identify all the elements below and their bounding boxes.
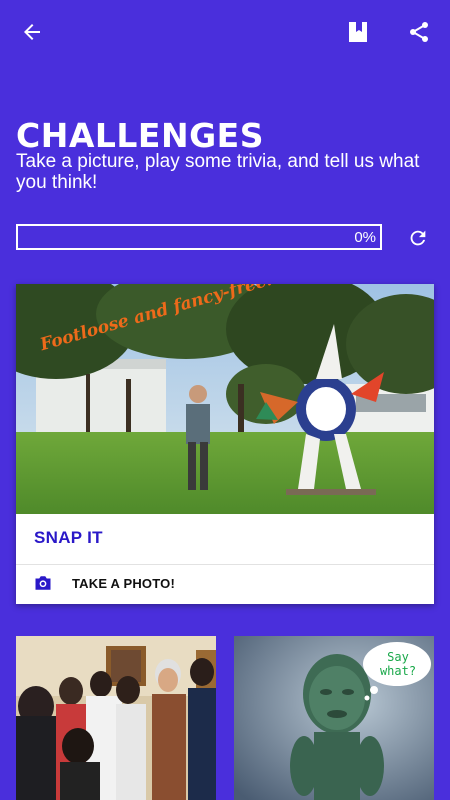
page-subtitle: Take a picture, play some trivia, and te…: [16, 151, 420, 193]
top-bar: [0, 0, 450, 64]
back-button[interactable]: [14, 14, 50, 50]
take-photo-button[interactable]: TAKE A PHOTO!: [34, 572, 414, 594]
challenge-tile-jade-statue[interactable]: Say what?: [234, 636, 434, 800]
card-divider: [16, 564, 434, 565]
progress-percent: 0%: [354, 229, 376, 246]
challenge-tile-group-tour[interactable]: [16, 636, 216, 800]
arrow-left-icon: [24, 24, 40, 40]
refresh-icon: [410, 230, 426, 246]
share-button[interactable]: [401, 14, 437, 50]
challenge-card-snap-it[interactable]: Footloose and fancy-free! SNAP IT TAKE A…: [16, 284, 434, 604]
bookmark-button[interactable]: [340, 14, 376, 50]
page-title: CHALLENGES: [16, 116, 264, 155]
bookmark-icon: [349, 22, 367, 42]
progress-bar: 0%: [16, 224, 382, 250]
refresh-button[interactable]: [404, 224, 432, 252]
speech-bubble-text: Say what?: [379, 650, 417, 678]
share-icon: [410, 22, 428, 42]
camera-icon: [35, 576, 51, 590]
take-photo-label: TAKE A PHOTO!: [72, 575, 175, 591]
challenge-photo: Footloose and fancy-free!: [16, 284, 434, 514]
card-title: SNAP IT: [34, 528, 103, 547]
